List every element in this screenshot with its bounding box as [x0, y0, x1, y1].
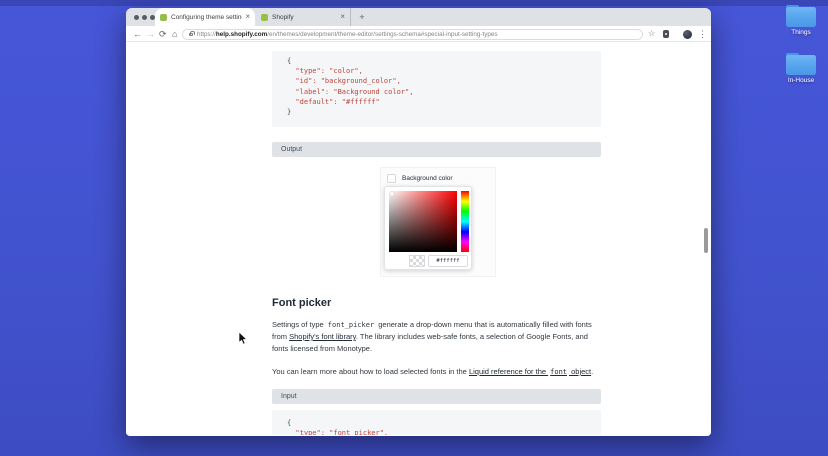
code-line: "type": "color", [272, 66, 601, 76]
scrollbar-thumb[interactable] [704, 228, 708, 253]
picker-bottom-row: #ffffff [409, 255, 468, 267]
saturation-selector[interactable] [390, 192, 394, 196]
url-domain: help.shopify.com [216, 31, 267, 38]
inline-code: font_picker [326, 321, 376, 329]
liquid-reference-link[interactable]: Liquid reference for the font object [469, 367, 591, 376]
tab-shopify[interactable]: Shopify × [256, 8, 351, 26]
code-line: "id": "background_color", [272, 76, 601, 86]
code-line: } [272, 107, 601, 117]
window-close-button[interactable] [134, 15, 139, 20]
hue-slider[interactable] [461, 191, 469, 252]
browser-toolbar: ← → ⟳ ⌂ https://help.shopify.com/en/them… [126, 26, 711, 42]
link-text: Liquid reference for the [469, 367, 548, 376]
code-line: { [272, 56, 601, 66]
code-line: "default": "#ffffff" [272, 97, 601, 107]
font-picker-heading: Font picker [272, 297, 331, 309]
menu-dots-icon[interactable]: ⋮ [698, 29, 707, 39]
profile-avatar[interactable] [683, 30, 692, 39]
folder-label: Things [779, 29, 823, 36]
address-bar[interactable]: https://help.shopify.com/en/themes/devel… [182, 29, 643, 40]
tab-configuring-theme-settings[interactable]: Configuring theme settings · S × [155, 8, 255, 26]
color-picker-popover: #ffffff [384, 186, 472, 270]
reload-icon[interactable]: ⟳ [159, 29, 167, 39]
input-section-header: Input [272, 389, 601, 404]
home-icon[interactable]: ⌂ [172, 29, 177, 39]
tab-title: Shopify [272, 14, 337, 21]
desktop-folder-things[interactable]: Things [779, 5, 823, 36]
new-tab-button[interactable]: + [356, 11, 368, 23]
folder-body [786, 7, 816, 27]
shopify-favicon-icon [160, 14, 167, 21]
output-section-header: Output [272, 142, 601, 157]
font-picker-paragraph: Settings of type font_picker generate a … [272, 319, 604, 355]
tab-title: Configuring theme settings · S [171, 14, 242, 21]
mouse-cursor [239, 332, 248, 345]
folder-icon [786, 53, 816, 75]
code-line: "type": "font_picker", [272, 428, 601, 435]
url-scheme: https:// [197, 31, 216, 38]
text: You can learn more about how to load sel… [272, 367, 469, 376]
link-text: object [569, 367, 591, 376]
code-line: "label": "Background color", [272, 87, 601, 97]
url-text: https://help.shopify.com/en/themes/devel… [197, 31, 498, 38]
code-line: { [272, 418, 601, 428]
code-block-font-picker-setting: { "type": "font_picker", [272, 410, 601, 435]
color-picker-figure: Background color #ffffff [380, 167, 496, 277]
transparency-swatch[interactable] [409, 255, 425, 267]
browser-window: Configuring theme settings · S × Shopify… [126, 8, 711, 436]
inline-code: font [548, 368, 569, 376]
picker-label-row: Background color [387, 174, 453, 183]
shopify-font-library-link[interactable]: Shopify's font library [289, 332, 356, 341]
hex-value-input[interactable]: #ffffff [428, 255, 468, 267]
picker-label: Background color [402, 175, 453, 182]
page-content: { "type": "color", "id": "background_col… [126, 42, 711, 435]
saturation-gradient[interactable] [389, 191, 457, 252]
liquid-reference-paragraph: You can learn more about how to load sel… [272, 366, 604, 378]
shopify-favicon-icon [261, 14, 268, 21]
tab-close-icon[interactable]: × [245, 13, 250, 21]
folder-body [786, 55, 816, 75]
tab-close-icon[interactable]: × [340, 13, 345, 21]
folder-icon [786, 5, 816, 27]
text: . [591, 367, 593, 376]
text: Settings of type [272, 320, 326, 329]
menubar-shade [0, 0, 828, 6]
secure-lock-icon [189, 33, 193, 37]
back-icon[interactable]: ← [133, 29, 142, 39]
code-block-color-setting: { "type": "color", "id": "background_col… [272, 51, 601, 127]
folder-label: In-House [779, 77, 823, 84]
bookmark-star-icon[interactable]: ☆ [648, 29, 655, 39]
tab-strip: Configuring theme settings · S × Shopify… [126, 8, 711, 26]
window-minimize-button[interactable] [142, 15, 147, 20]
desktop: { "colors": { "desktop_blue": "#4253cf",… [0, 0, 828, 456]
forward-icon[interactable]: → [146, 29, 155, 39]
url-path: /en/themes/development/theme-editor/sett… [267, 31, 497, 38]
desktop-folder-in-house[interactable]: In-House [779, 53, 823, 84]
extension-icon[interactable] [663, 30, 669, 38]
color-swatch[interactable] [387, 174, 396, 183]
